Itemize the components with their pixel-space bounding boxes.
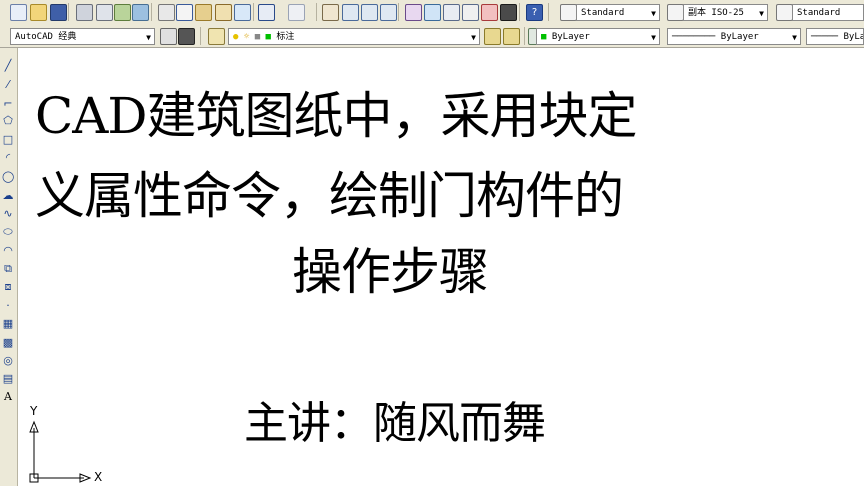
publish-icon[interactable] xyxy=(114,4,131,21)
title-line-2: 义属性命令，绘制门构件的 xyxy=(35,167,624,225)
workspace-value: AutoCAD 经典 xyxy=(15,32,77,42)
redo-icon[interactable] xyxy=(288,4,305,21)
sheet-set-icon[interactable] xyxy=(462,4,479,21)
text-style-value: Standard xyxy=(581,8,625,18)
multiline-text-icon[interactable]: A xyxy=(2,391,14,403)
polygon-icon[interactable]: ⬠ xyxy=(2,115,14,127)
color-swatch-icon: ■ xyxy=(541,32,547,42)
ucs-x-label: X xyxy=(94,470,103,484)
tool-palettes-icon[interactable] xyxy=(443,4,460,21)
cut-icon[interactable] xyxy=(158,4,175,21)
layer-sun-icon: ☼ xyxy=(243,32,250,42)
calculator-icon[interactable] xyxy=(500,4,517,21)
open-file-icon[interactable] xyxy=(30,4,47,21)
linetype-value: ByLayer xyxy=(720,32,759,42)
block-editor-icon[interactable] xyxy=(234,4,251,21)
match-properties-icon[interactable] xyxy=(215,4,232,21)
current-layer-name: 标注 xyxy=(276,32,295,42)
zoom-window-icon[interactable] xyxy=(361,4,378,21)
gradient-icon[interactable]: ▩ xyxy=(2,337,14,349)
paste-icon[interactable] xyxy=(195,4,212,21)
zoom-previous-icon[interactable] xyxy=(380,4,397,21)
chevron-down-icon: ▼ xyxy=(651,33,656,42)
chevron-down-icon: ▼ xyxy=(651,9,656,18)
lineweight-value: ByLa xyxy=(843,32,864,42)
region-icon[interactable]: ◎ xyxy=(2,355,14,367)
table-style-icon[interactable] xyxy=(776,4,793,21)
dim-style-icon[interactable] xyxy=(667,4,684,21)
make-block-icon[interactable]: ⧈ xyxy=(2,281,14,293)
color-dropdown[interactable]: ■ ByLayer ▼ xyxy=(536,28,660,45)
layer-manager-icon[interactable] xyxy=(208,28,225,45)
title-line-3: 操作步骤 xyxy=(292,243,489,301)
markup-icon[interactable] xyxy=(481,4,498,21)
workspace-settings-icon[interactable] xyxy=(160,28,177,45)
line-icon[interactable]: ╱ xyxy=(2,60,14,72)
print-preview-icon[interactable] xyxy=(96,4,113,21)
insert-block-icon[interactable]: ⧉ xyxy=(2,263,14,275)
text-style-icon[interactable] xyxy=(560,4,577,21)
table-style-value: Standard xyxy=(797,8,841,18)
lineweight-sample-icon: ───── xyxy=(811,32,839,42)
chevron-down-icon: ▼ xyxy=(792,33,797,42)
properties-icon[interactable] xyxy=(405,4,422,21)
spline-icon[interactable]: ∿ xyxy=(2,208,14,220)
construction-line-icon[interactable]: ⁄ xyxy=(2,79,14,91)
workspace-dropdown[interactable]: AutoCAD 经典 ▼ xyxy=(10,28,155,45)
arc-icon[interactable]: ◜ xyxy=(2,152,14,164)
draw-toolbar: ╱ ⁄ ⌐ ⬠ □ ◜ ◯ ☁ ∿ ⬭ ◠ ⧉ ⧈ · ▦ ▩ ◎ ▤ A xyxy=(0,48,18,486)
drawing-canvas[interactable]: CAD建筑图纸中，采用块定 义属性命令，绘制门构件的 操作步骤 主讲：随风而舞 … xyxy=(18,48,864,486)
linetype-sample-icon: ──────── xyxy=(672,32,716,42)
save-icon[interactable] xyxy=(50,4,67,21)
help-icon[interactable]: ? xyxy=(526,4,543,21)
undo-icon[interactable] xyxy=(258,4,275,21)
ellipse-icon[interactable]: ⬭ xyxy=(2,226,14,238)
dim-style-dropdown[interactable]: 副本 ISO-25 ▼ xyxy=(683,4,768,21)
chevron-down-icon: ▼ xyxy=(471,33,476,42)
presenter-line: 主讲：随风而舞 xyxy=(244,398,546,449)
print-icon[interactable] xyxy=(76,4,93,21)
ucs-y-label: Y xyxy=(30,404,38,418)
pan-icon[interactable] xyxy=(322,4,339,21)
zoom-realtime-icon[interactable] xyxy=(342,4,359,21)
layer-previous-icon[interactable] xyxy=(503,28,520,45)
chevron-down-icon: ▼ xyxy=(759,9,764,18)
circle-icon[interactable]: ◯ xyxy=(2,171,14,183)
layer-dropdown[interactable]: ● ☼ ■ ■ 标注 ▼ xyxy=(228,28,480,45)
design-center-icon[interactable] xyxy=(424,4,441,21)
new-file-icon[interactable] xyxy=(10,4,27,21)
copy-icon[interactable] xyxy=(176,4,193,21)
text-style-dropdown[interactable]: Standard ▼ xyxy=(576,4,660,21)
point-icon[interactable]: · xyxy=(2,300,14,312)
title-line-1: CAD建筑图纸中，采用块定 xyxy=(35,87,637,145)
chevron-down-icon: ▼ xyxy=(146,33,151,42)
standard-toolbar: ? Standard ▼ 副本 ISO-25 ▼ Standard xyxy=(0,0,864,26)
polyline-icon[interactable]: ⌐ xyxy=(2,98,14,110)
revision-cloud-icon[interactable]: ☁ xyxy=(2,190,14,202)
table-style-dropdown[interactable]: Standard xyxy=(792,4,864,21)
linetype-dropdown[interactable]: ──────── ByLayer ▼ xyxy=(667,28,801,45)
table-icon[interactable]: ▤ xyxy=(2,373,14,385)
dim-style-value: 副本 ISO-25 xyxy=(688,8,744,18)
ellipse-arc-icon[interactable]: ◠ xyxy=(2,245,14,257)
layer-bulb-icon: ● xyxy=(233,32,239,42)
layers-properties-toolbar: AutoCAD 经典 ▼ ● ☼ ■ ■ 标注 ▼ ■ ByLayer ▼ ──… xyxy=(0,25,864,48)
plot-icon[interactable] xyxy=(132,4,149,21)
hatch-icon[interactable]: ▦ xyxy=(2,318,14,330)
layer-lock-icon: ■ xyxy=(254,32,261,42)
lineweight-dropdown[interactable]: ───── ByLa xyxy=(806,28,864,45)
layer-color-swatch-icon: ■ xyxy=(265,32,271,42)
color-value: ByLayer xyxy=(551,32,590,42)
rectangle-icon[interactable]: □ xyxy=(2,134,14,146)
workspace-save-icon[interactable] xyxy=(178,28,195,45)
make-object-layer-current-icon[interactable] xyxy=(484,28,501,45)
